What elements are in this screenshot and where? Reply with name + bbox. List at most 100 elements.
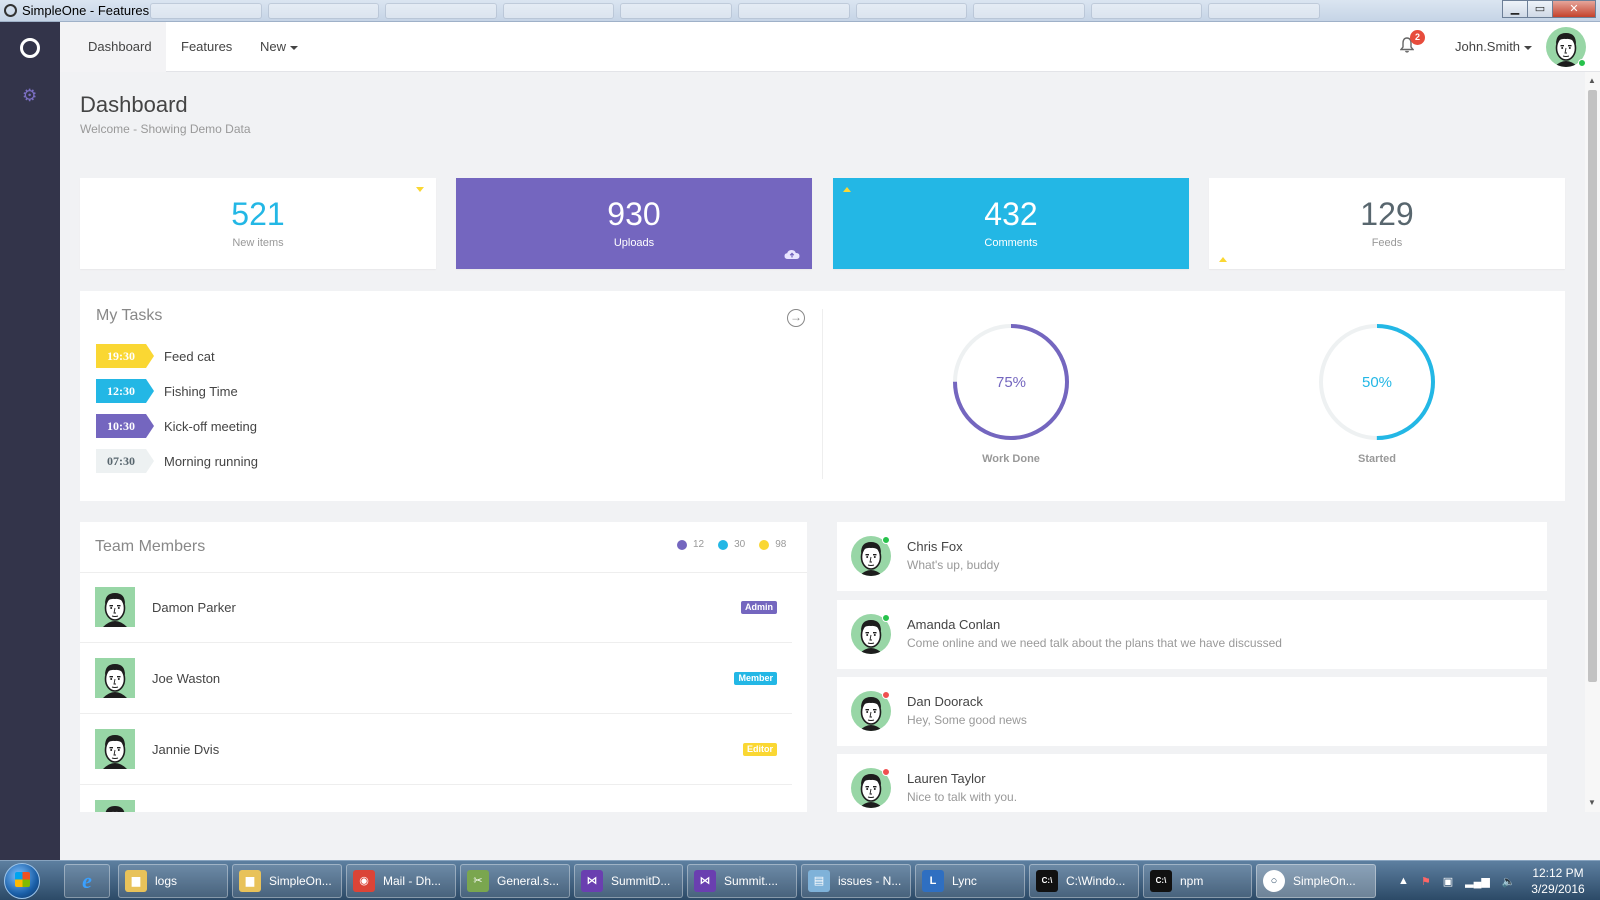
action-center-icon[interactable]: ⚑	[1421, 875, 1431, 888]
list-item[interactable]: Joe Waston Member	[80, 644, 792, 714]
stat-card-comments[interactable]: 432 Comments	[833, 178, 1189, 269]
stat-card-feeds[interactable]: 129 Feeds	[1209, 178, 1565, 269]
scroll-down-arrow[interactable]: ▼	[1588, 798, 1596, 807]
background-tab[interactable]	[502, 3, 615, 19]
avatar	[95, 658, 135, 698]
scrollbar-thumb[interactable]	[1588, 90, 1597, 682]
list-item[interactable]	[80, 786, 792, 812]
background-tab[interactable]	[385, 3, 497, 19]
tasks-panel: My Tasks → 19:30 Feed cat 12:30 Fishing …	[80, 291, 1565, 501]
background-tab[interactable]	[737, 3, 850, 19]
task-time: 10:30	[107, 419, 135, 433]
taskbar-button[interactable]: ✂ General.s...	[460, 864, 570, 898]
nav-new-dropdown[interactable]: New	[260, 22, 299, 72]
task-text: Morning running	[164, 453, 258, 469]
taskbar-button[interactable]: ○ SimpleOn...	[1256, 864, 1376, 898]
stat-card-new-items[interactable]: 521 New items	[80, 178, 436, 269]
background-tab[interactable]	[150, 3, 262, 19]
background-tab[interactable]	[855, 3, 968, 19]
gauge-work-done: 75%	[953, 324, 1069, 440]
message-text: Nice to talk with you.	[907, 790, 1018, 804]
console-icon: C:\	[1036, 870, 1058, 892]
avatar	[95, 729, 135, 769]
list-item[interactable]: Jannie Dvis Editor	[80, 715, 792, 785]
panel-divider	[822, 309, 823, 479]
clock-date: 3/29/2016	[1531, 882, 1585, 896]
maximize-button[interactable]: ▭	[1527, 0, 1553, 18]
taskbar-button-label: Mail - Dh...	[383, 874, 442, 888]
taskbar-button[interactable]: ◉ Mail - Dh...	[346, 864, 456, 898]
task-item[interactable]: 12:30 Fishing Time	[96, 379, 238, 403]
message-item[interactable]: Lauren Taylor Nice to talk with you.	[837, 754, 1547, 812]
taskbar-button-label: Summit....	[724, 874, 779, 888]
task-time-tag: 19:30	[96, 344, 154, 368]
list-item[interactable]: Damon Parker Admin	[80, 573, 792, 643]
member-name: Joe Waston	[152, 671, 221, 686]
cloud-upload-icon	[784, 249, 800, 263]
background-tab[interactable]	[1208, 3, 1320, 19]
status-dot	[882, 691, 890, 699]
console-icon: C:\	[1150, 870, 1172, 892]
tasks-title: My Tasks	[96, 307, 163, 324]
close-button[interactable]: ✕	[1552, 0, 1596, 18]
team-legend: 12 30 98	[677, 539, 800, 550]
simpleone-icon: ○	[1263, 870, 1285, 892]
taskbar-button[interactable]: ▆ SimpleOn...	[232, 864, 342, 898]
team-members-panel: Team Members 12 30 98 Damon Parker Admin…	[80, 522, 807, 812]
taskbar-button[interactable]: ▆ logs	[118, 864, 228, 898]
task-item[interactable]: 07:30 Morning running	[96, 449, 258, 473]
task-time: 19:30	[107, 349, 135, 363]
nav-dashboard[interactable]: Dashboard	[60, 22, 166, 72]
background-tab[interactable]	[1090, 3, 1203, 19]
stat-card-uploads[interactable]: 930 Uploads	[456, 178, 812, 269]
taskbar-button[interactable]: L Lync	[915, 864, 1025, 898]
background-tab[interactable]	[620, 3, 732, 19]
windows-logo-icon	[15, 872, 30, 887]
avatar[interactable]	[1546, 27, 1586, 70]
gauge-label: Work Done	[982, 453, 1040, 465]
task-item[interactable]: 19:30 Feed cat	[96, 344, 215, 368]
start-button[interactable]	[4, 863, 40, 899]
message-item[interactable]: Chris Fox What's up, buddy	[837, 522, 1547, 591]
message-sender: Lauren Taylor	[907, 771, 986, 786]
scroll-up-arrow[interactable]: ▲	[1588, 76, 1596, 85]
ie-pinned-button[interactable]: e	[64, 864, 110, 898]
device-icon[interactable]: ▣	[1443, 875, 1453, 888]
taskbar-button-label: SummitD...	[611, 874, 671, 888]
background-tab[interactable]	[973, 3, 1085, 19]
arrow-right-circle-icon[interactable]: →	[787, 309, 805, 327]
task-item[interactable]: 10:30 Kick-off meeting	[96, 414, 257, 438]
legend-dot	[677, 539, 687, 550]
background-tab[interactable]	[267, 3, 380, 19]
taskbar-button-label: logs	[155, 874, 178, 888]
nav-features[interactable]: Features	[181, 22, 232, 72]
taskbar-button[interactable]: ⋈ SummitD...	[574, 864, 683, 898]
window-controls: ▁ ▭ ✕	[1502, 0, 1596, 18]
task-time-tag: 07:30	[96, 449, 154, 473]
app-logo-icon[interactable]	[20, 38, 40, 58]
minimize-button[interactable]: ▁	[1502, 0, 1528, 18]
message-item[interactable]: Dan Doorack Hey, Some good news	[837, 677, 1547, 746]
gear-icon[interactable]: ⚙	[22, 86, 37, 106]
message-item[interactable]: Amanda Conlan Come online and we need ta…	[837, 600, 1547, 669]
taskbar-button[interactable]: C:\ npm	[1143, 864, 1252, 898]
taskbar-button[interactable]: C:\ C:\Windo...	[1029, 864, 1139, 898]
stat-label: New items	[232, 237, 284, 249]
taskbar-button[interactable]: ▤ issues - N...	[801, 864, 911, 898]
task-text: Feed cat	[164, 348, 215, 364]
user-menu[interactable]: John.Smith	[1455, 22, 1533, 72]
message-sender: Dan Doorack	[907, 694, 983, 709]
tray-expand-icon[interactable]: ▲	[1398, 875, 1409, 887]
member-name: Jannie Dvis	[152, 742, 220, 757]
trend-up-icon	[843, 187, 851, 192]
taskbar-button-label: Lync	[952, 874, 977, 888]
volume-icon[interactable]: 🔈	[1502, 875, 1516, 888]
task-time-tag: 12:30	[96, 379, 154, 403]
role-badge: Admin	[741, 601, 777, 614]
network-icon[interactable]: ▂▄▆	[1465, 875, 1490, 888]
taskbar-button[interactable]: ⋈ Summit....	[687, 864, 797, 898]
chrome-icon: ◉	[353, 870, 375, 892]
stat-label: Uploads	[613, 237, 655, 249]
task-time: 07:30	[107, 454, 135, 468]
taskbar-clock[interactable]: 12:12 PM 3/29/2016	[1520, 865, 1596, 897]
